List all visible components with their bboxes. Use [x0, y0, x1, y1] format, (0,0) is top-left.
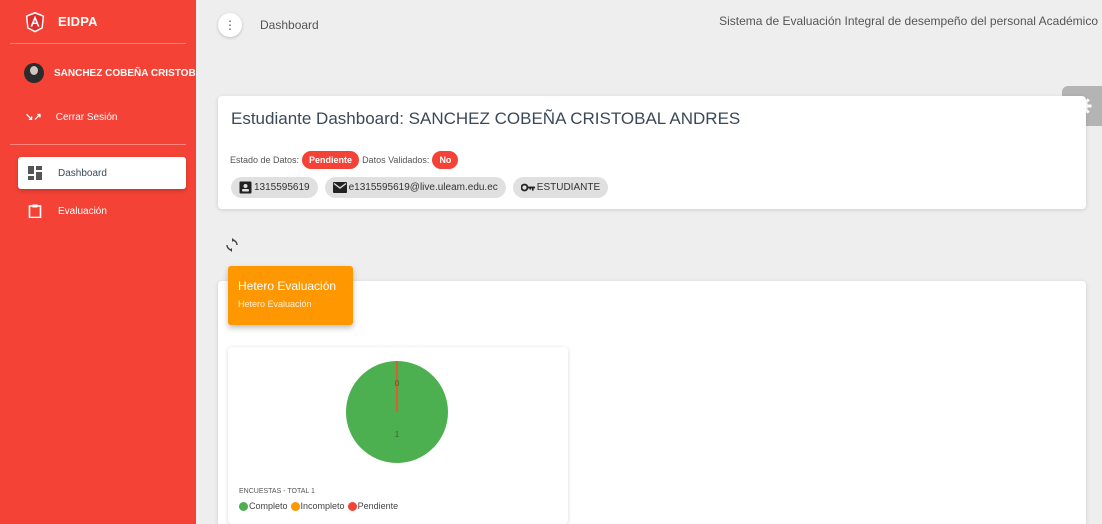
brand[interactable]: EIDPA [10, 0, 186, 44]
student-card: Estudiante Dashboard: SANCHEZ COBEÑA CRI… [218, 96, 1086, 209]
pie-data-label: 1 [395, 430, 400, 439]
logout-label: Cerrar Sesión [55, 111, 118, 123]
legend-label: Incompleto [300, 501, 345, 511]
dashboard-icon [28, 166, 42, 180]
system-title: Sistema de Evaluación Integral de desemp… [719, 14, 1098, 28]
clipboard-icon [28, 204, 42, 218]
more-vert-icon[interactable]: ⋮ [218, 13, 242, 37]
user-name: SANCHEZ COBEÑA CRISTOBAL [54, 67, 196, 79]
email-chip: e1315595619@live.uleam.edu.ec [324, 177, 506, 198]
pie-chart: 10 [346, 361, 448, 463]
legend-dot-incompleto [290, 501, 300, 511]
hetero-header: Hetero Evaluación Hetero Evaluación [228, 266, 353, 325]
logout-icon: ↘↗ [25, 111, 42, 123]
angular-logo-icon [25, 11, 45, 33]
chip-text: 1315595619 [254, 182, 310, 193]
legend-dot-pendiente [347, 501, 357, 511]
estado-badge: Pendiente [302, 151, 360, 169]
chip-text: e1315595619@live.uleam.edu.ec [348, 182, 498, 193]
role-chip: ESTUDIANTE [512, 177, 609, 198]
chart-legend: Completo Incompleto Pendiente [239, 501, 398, 511]
avatar [24, 63, 44, 83]
key-icon [520, 183, 535, 192]
sidebar: EIDPA SANCHEZ COBEÑA CRISTOBAL ↘↗ Cerrar… [0, 0, 196, 524]
breadcrumb[interactable]: Dashboard [260, 18, 319, 32]
top-navbar: ⋮ Dashboard Sistema de Evaluación Integr… [196, 0, 1102, 50]
id-card-icon [239, 181, 252, 194]
student-chips: 1315595619 e1315595619@live.uleam.edu.ec… [231, 177, 615, 198]
encuestas-total: ENCUESTAS - TOTAL 1 [239, 488, 315, 495]
sidebar-divider [10, 144, 186, 145]
chart-card: 10 ENCUESTAS - TOTAL 1 Completo Incomple… [228, 347, 568, 524]
status-line: Estado de Datos: Pendiente Datos Validad… [230, 151, 461, 169]
validados-badge: No [432, 151, 459, 169]
hetero-subtitle: Hetero Evaluación [238, 299, 312, 309]
logout-button[interactable]: ↘↗ Cerrar Sesión [0, 102, 196, 132]
legend-label: Completo [249, 501, 288, 511]
chip-text: ESTUDIANTE [536, 182, 601, 193]
estado-label: Estado de Datos: [230, 155, 300, 165]
pie-data-label: 0 [395, 379, 400, 388]
brand-name: EIDPA [58, 14, 98, 29]
sidebar-item-evaluacion[interactable]: Evaluación [18, 195, 186, 227]
page-title: Estudiante Dashboard: SANCHEZ COBEÑA CRI… [231, 109, 741, 128]
user-profile[interactable]: SANCHEZ COBEÑA CRISTOBAL [0, 44, 196, 102]
legend-label: Pendiente [357, 501, 399, 511]
id-chip: 1315595619 [231, 177, 318, 198]
mail-icon [332, 182, 347, 193]
sidebar-item-dashboard[interactable]: Dashboard [18, 157, 186, 189]
legend-dot-completo [239, 501, 248, 511]
sidebar-item-label: Dashboard [58, 167, 107, 179]
sidebar-item-label: Evaluación [58, 205, 107, 217]
validados-label: Datos Validados: [362, 155, 430, 165]
refresh-icon[interactable] [226, 238, 238, 255]
hetero-title: Hetero Evaluación [238, 279, 337, 293]
